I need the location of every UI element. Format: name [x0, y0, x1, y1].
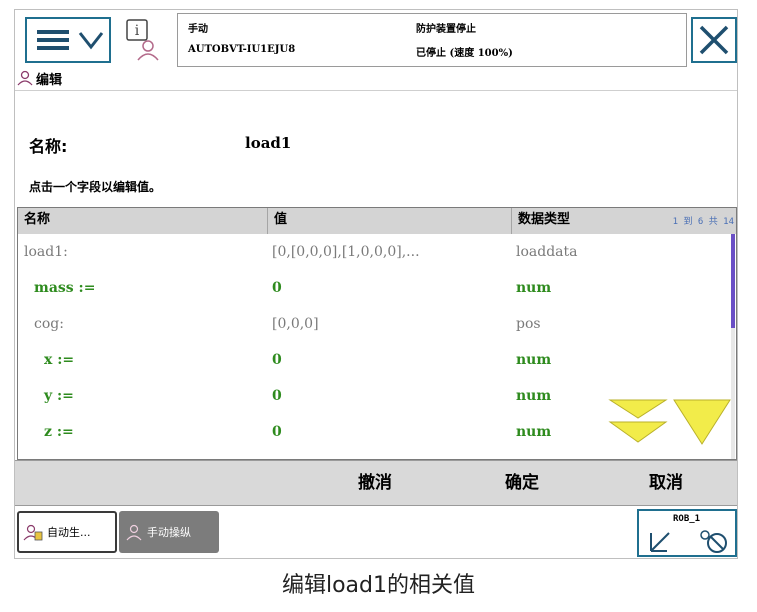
- hamburger-icon: [37, 30, 69, 50]
- close-button[interactable]: [691, 17, 737, 63]
- page-indicator: 1 到 6 共 14: [672, 217, 734, 227]
- divider: [15, 90, 737, 91]
- task-jogging-label: 手动操纵: [147, 526, 191, 539]
- tab-edit-label: 编辑: [36, 72, 63, 88]
- task-auto-production[interactable]: 自动生...: [17, 511, 117, 553]
- row-type: pos: [516, 316, 541, 332]
- row-value: [0,0,0]: [272, 316, 319, 332]
- safety-status: 防护装置停止: [416, 24, 476, 35]
- user-edit-icon: [17, 70, 33, 86]
- table-row[interactable]: cog: [0,0,0] pos: [18, 306, 734, 342]
- column-header-value: 值: [268, 208, 512, 234]
- run-state: 已停止 (速度 100%): [416, 48, 513, 59]
- row-name: load1:: [24, 244, 68, 260]
- event-log-icon[interactable]: i: [121, 18, 165, 62]
- undo-button[interactable]: 撤消: [320, 461, 430, 505]
- row-name: z :=: [44, 424, 74, 440]
- tab-edit[interactable]: 编辑: [17, 67, 62, 89]
- scrollbar-thumb[interactable]: [731, 234, 735, 328]
- status-bar[interactable]: 手动 AUTOBVT-IU1EJU8 防护装置停止 已停止 (速度 100%): [177, 13, 687, 67]
- row-type: num: [516, 424, 552, 440]
- row-name: mass :=: [34, 280, 96, 296]
- action-bar: 撤消 确定 取消: [15, 460, 737, 506]
- chevron-down-icon: [78, 32, 104, 50]
- data-table: 名称 值 数据类型 1 到 6 共 14 load1: [0,[0,0,0],[…: [17, 207, 737, 460]
- page-down-icon[interactable]: [608, 399, 668, 443]
- row-type: num: [516, 280, 552, 296]
- row-name: y :=: [44, 388, 74, 404]
- row-value: 0: [272, 352, 282, 368]
- close-icon: [699, 25, 729, 55]
- task-auto-label: 自动生...: [47, 526, 91, 539]
- name-label: 名称:: [29, 137, 68, 156]
- column-header-name: 名称: [18, 208, 268, 234]
- jogging-icon: [126, 524, 142, 541]
- row-name: x :=: [44, 352, 75, 368]
- flexpendant-screen: i 手动 AUTOBVT-IU1EJU8 防护装置停止 已停止 (速度 100%…: [14, 9, 738, 559]
- program-window-icon: [23, 524, 43, 541]
- svg-text:i: i: [135, 23, 140, 39]
- table-header: 名称 值 数据类型 1 到 6 共 14: [18, 208, 736, 234]
- taskbar: 自动生... 手动操纵 ROB_1: [15, 506, 737, 558]
- main-menu-button[interactable]: [25, 17, 111, 63]
- row-name: cog:: [34, 316, 64, 332]
- task-jogging[interactable]: 手动操纵: [119, 511, 219, 553]
- instruction-text: 点击一个字段以编辑值。: [29, 180, 162, 194]
- controller-name: AUTOBVT-IU1EJU8: [188, 44, 296, 55]
- operating-mode: 手动: [188, 24, 208, 35]
- robot-coordinate-icon: [650, 530, 727, 553]
- row-type: num: [516, 352, 552, 368]
- cancel-button[interactable]: 取消: [611, 461, 721, 505]
- row-value: 0: [272, 424, 282, 440]
- row-value: 0: [272, 388, 282, 404]
- table-row[interactable]: x := 0 num: [18, 342, 734, 378]
- row-value: [0,[0,0,0],[1,0,0,0],...: [272, 244, 420, 260]
- row-type: loaddata: [516, 244, 578, 260]
- name-value: load1: [245, 134, 292, 152]
- ok-button[interactable]: 确定: [467, 461, 577, 505]
- robot-status-button[interactable]: ROB_1: [637, 509, 737, 557]
- table-row[interactable]: load1: [0,[0,0,0],[1,0,0,0],... loaddata: [18, 234, 734, 270]
- row-value: 0: [272, 280, 282, 296]
- table-row[interactable]: mass := 0 num: [18, 270, 734, 306]
- robot-name: ROB_1: [673, 514, 701, 524]
- scroll-down-icon[interactable]: [673, 399, 731, 445]
- scroll-arrows: [608, 399, 731, 445]
- row-type: num: [516, 388, 552, 404]
- figure-caption: 编辑load1的相关值: [281, 573, 476, 598]
